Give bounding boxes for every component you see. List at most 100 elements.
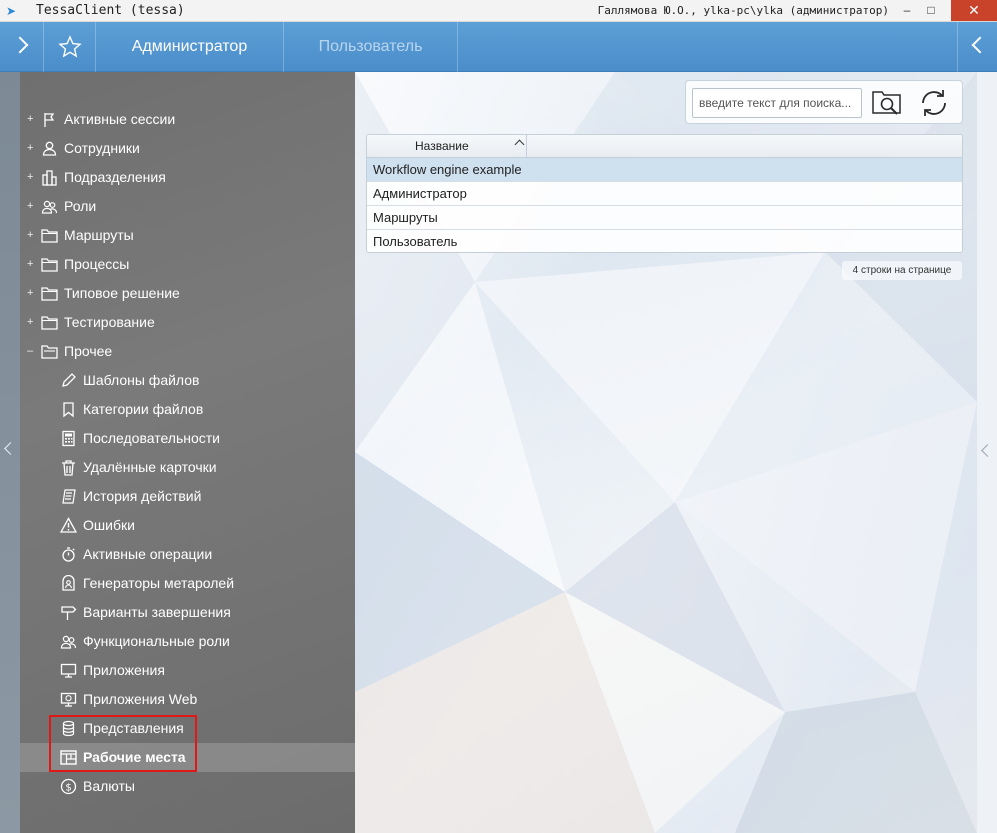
signpost-icon [60,604,77,621]
expand-toggle[interactable]: + [27,163,37,192]
star-icon [58,35,82,58]
open-folder-icon [41,343,58,360]
tree-item-typical-solution[interactable]: + Типовое решение [20,279,355,308]
expand-toggle[interactable]: + [27,308,37,337]
dollar-icon: $ [60,778,77,795]
people-icon [41,198,58,215]
chevron-left-icon [971,36,989,54]
table-row[interactable]: Workflow engine example [367,158,962,182]
tree-item-label: Типовое решение [64,285,180,301]
tree-item-label: Активные сессии [64,111,176,127]
table-row[interactable]: Маршруты [367,206,962,230]
tree-item-label: Удалённые карточки [83,459,217,475]
collapse-panel-button[interactable] [957,22,997,72]
monitor-icon [60,662,77,679]
expand-toggle[interactable]: + [27,134,37,163]
tree-item-metarole-generators[interactable]: Генераторы метаролей [20,569,355,598]
expand-toggle[interactable]: + [27,105,37,134]
tree-item-errors[interactable]: Ошибки [20,511,355,540]
flag-icon [41,111,58,128]
tree-item-label: История действий [83,488,202,504]
column-header-label: Название [415,139,469,153]
page-size-selector[interactable]: 4 строки на странице [842,261,962,280]
collapse-toggle[interactable]: – [27,337,37,366]
tree-item-label: Генераторы метаролей [83,575,235,591]
tree-item-roles[interactable]: + Роли [20,192,355,221]
tree-item-label: Функциональные роли [83,633,230,649]
tree-item-active-operations[interactable]: Активные операции [20,540,355,569]
tree-item-employees[interactable]: + Сотрудники [20,134,355,163]
expand-toggle[interactable]: + [27,221,37,250]
app-logo-icon: ➤ [6,4,17,18]
results-table: Название Workflow engine example Админис… [366,134,963,253]
tree-item-label: Варианты завершения [83,604,231,620]
expand-panel-button[interactable] [0,22,44,72]
tree-item-deleted-cards[interactable]: Удалённые карточки [20,453,355,482]
tree-item-file-templates[interactable]: Шаблоны файлов [20,366,355,395]
tree-item-functional-roles[interactable]: Функциональные роли [20,627,355,656]
tree-item-label: Прочее [64,343,113,359]
folder-icon [41,285,58,302]
column-header-name[interactable]: Название [367,135,527,158]
right-edge-expander[interactable] [977,72,997,833]
folder-icon [41,314,58,331]
tree-item-routes[interactable]: + Маршруты [20,221,355,250]
maximize-button[interactable]: □ [917,0,945,21]
expand-toggle[interactable]: + [27,250,37,279]
tree-item-web-applications[interactable]: Приложения Web [20,685,355,714]
tree-item-label: Шаблоны файлов [83,372,200,388]
tree-item-label: Сотрудники [64,140,140,156]
trash-icon [60,459,77,476]
search-input[interactable] [692,88,862,118]
table-row[interactable]: Пользователь [367,230,962,252]
table-row[interactable]: Администратор [367,182,962,206]
tree-item-completion-options[interactable]: Варианты завершения [20,598,355,627]
top-nav: Администратор Пользователь [0,22,997,72]
tree-item-file-categories[interactable]: Категории файлов [20,395,355,424]
tab-administrator[interactable]: Администратор [96,22,284,72]
tree-item-label: Процессы [64,256,130,272]
web-monitor-icon [60,691,77,708]
calculator-icon [60,430,77,447]
left-edge-expander[interactable] [0,72,20,833]
selection-highlight-box [49,715,197,772]
window-title: TessaClient (tessa) [36,3,185,18]
tree-item-departments[interactable]: + Подразделения [20,163,355,192]
person-icon [41,140,58,157]
history-icon [60,488,77,505]
tab-user[interactable]: Пользователь [284,22,458,72]
search-button[interactable] [870,86,906,120]
people-icon [60,633,77,650]
tree-item-label: Последовательности [83,430,220,446]
chevron-left-icon [981,444,994,457]
svg-text:$: $ [65,783,71,794]
tree-item-currencies[interactable]: $ Валюты [20,772,355,801]
chevron-left-icon [4,442,17,455]
tree-item-active-sessions[interactable]: + Активные сессии [20,105,355,134]
tree-item-label: Маршруты [64,227,134,243]
warning-icon [60,517,77,534]
tree-item-label: Роли [64,198,97,214]
favorites-button[interactable] [44,22,96,72]
close-button[interactable]: ✕ [951,0,997,21]
tree-item-testing[interactable]: + Тестирование [20,308,355,337]
tree-item-label: Приложения [83,662,165,678]
folder-icon [41,256,58,273]
tree-item-label: Приложения Web [83,691,198,707]
search-panel [685,80,963,124]
refresh-button[interactable] [916,86,952,120]
chevron-right-icon [11,36,29,54]
building-icon [41,169,58,186]
tree-item-other[interactable]: – Прочее [20,337,355,366]
stopwatch-icon [60,546,77,563]
title-bar: ➤ TessaClient (tessa) Галлямова Ю.О., yl… [0,0,997,22]
tree-item-processes[interactable]: + Процессы [20,250,355,279]
meta-role-icon [60,575,77,592]
tree-item-sequences[interactable]: Последовательности [20,424,355,453]
tree-item-action-history[interactable]: История действий [20,482,355,511]
tree-item-label: Тестирование [64,314,155,330]
tree-item-applications[interactable]: Приложения [20,656,355,685]
expand-toggle[interactable]: + [27,279,37,308]
tree-item-label: Активные операции [83,546,213,562]
expand-toggle[interactable]: + [27,192,37,221]
